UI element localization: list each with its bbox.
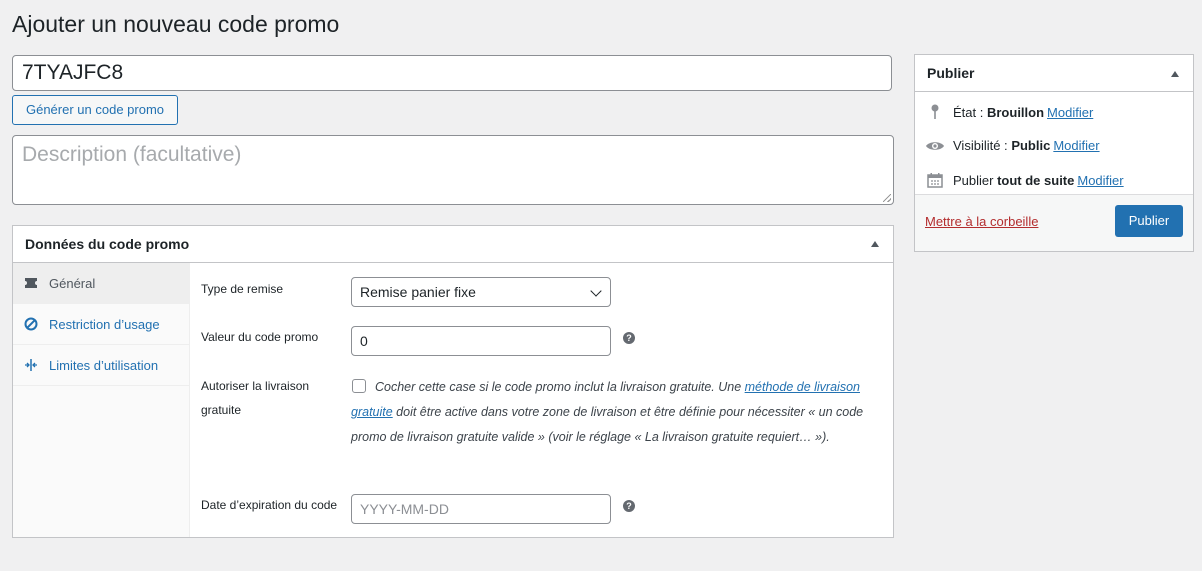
- edit-visibility-link[interactable]: Modifier: [1053, 138, 1099, 153]
- help-icon[interactable]: ?: [623, 332, 635, 344]
- status-row: État : Brouillon Modifier: [925, 104, 1093, 120]
- tab-label: Limites d’utilisation: [49, 357, 159, 373]
- ticket-icon: [23, 275, 39, 291]
- chevron-down-icon: [590, 285, 602, 297]
- coupon-data-title: Données du code promo: [25, 236, 190, 252]
- tab-general[interactable]: Général: [13, 263, 189, 304]
- coupon-data-tabs: Général Restriction d’usage Limites d’ut…: [13, 263, 190, 537]
- visibility-label: Visibilité :: [953, 138, 1008, 153]
- tab-label: Général: [49, 275, 96, 291]
- free-shipping-text-1: Cocher cette case si le code promo inclu…: [375, 380, 745, 394]
- resize-grip-icon[interactable]: [883, 194, 891, 202]
- schedule-label: Publier: [953, 172, 994, 188]
- amount-input[interactable]: 0: [351, 326, 611, 356]
- edit-status-link[interactable]: Modifier: [1047, 105, 1093, 120]
- publish-title: Publier: [927, 65, 975, 81]
- description-textarea[interactable]: Description (facultative): [12, 135, 894, 205]
- collapse-caret-icon[interactable]: [1171, 71, 1179, 77]
- description-placeholder: Description (facultative): [22, 143, 242, 166]
- publish-button[interactable]: Publier: [1115, 205, 1183, 237]
- coupon-data-header[interactable]: Données du code promo: [13, 226, 893, 263]
- discount-type-value: Remise panier fixe: [360, 284, 476, 300]
- help-icon[interactable]: ?: [623, 500, 635, 512]
- collapse-caret-icon[interactable]: [871, 241, 879, 247]
- calendar-icon: [925, 172, 945, 188]
- visibility-row: Visibilité : Public Modifier: [925, 138, 1100, 153]
- visibility-value: Public: [1011, 138, 1051, 153]
- generate-coupon-button[interactable]: Générer un code promo: [12, 95, 178, 125]
- status-value: Brouillon: [986, 104, 1045, 120]
- expiry-date-input[interactable]: YYYY-MM-DD: [351, 494, 611, 524]
- discount-type-select[interactable]: Remise panier fixe: [351, 277, 611, 307]
- eye-icon: [925, 140, 945, 152]
- schedule-row: Publier tout de suite Modifier: [925, 172, 1124, 188]
- free-shipping-description: Cocher cette case si le code promo inclu…: [351, 375, 871, 450]
- publish-box: Publier État : Brouillon Modifier Visibi…: [914, 54, 1194, 252]
- free-shipping-label-line1: Autoriser la livraison: [201, 379, 310, 393]
- general-panel: Type de remise Remise panier fixe Valeur…: [189, 263, 893, 537]
- coupon-code-input[interactable]: 7TYAJFC8: [12, 55, 892, 91]
- limits-icon: [23, 357, 39, 373]
- publish-header[interactable]: Publier: [915, 55, 1193, 92]
- amount-label: Valeur du code promo: [201, 330, 319, 344]
- free-shipping-text-2: doit être active dans votre zone de livr…: [351, 405, 864, 444]
- free-shipping-label: Autoriser la livraison gratuite: [201, 374, 309, 422]
- trash-link[interactable]: Mettre à la corbeille: [925, 214, 1038, 229]
- pin-icon: [925, 104, 945, 120]
- page-title: Ajouter un nouveau code promo: [12, 11, 340, 37]
- schedule-value: tout de suite: [997, 172, 1075, 188]
- coupon-data-box: Données du code promo Général Restrictio…: [12, 225, 894, 538]
- discount-type-label: Type de remise: [201, 282, 284, 296]
- tab-usage-limits[interactable]: Limites d’utilisation: [13, 345, 189, 386]
- ban-icon: [23, 316, 39, 332]
- expiry-label: Date d’expiration du code: [201, 498, 338, 512]
- edit-schedule-link[interactable]: Modifier: [1077, 173, 1123, 188]
- tab-label: Restriction d’usage: [49, 316, 160, 332]
- status-label: État :: [953, 104, 984, 120]
- tab-usage-restriction[interactable]: Restriction d’usage: [13, 304, 189, 345]
- publish-actions: Mettre à la corbeille Publier: [915, 194, 1193, 251]
- free-shipping-label-line2: gratuite: [201, 403, 242, 417]
